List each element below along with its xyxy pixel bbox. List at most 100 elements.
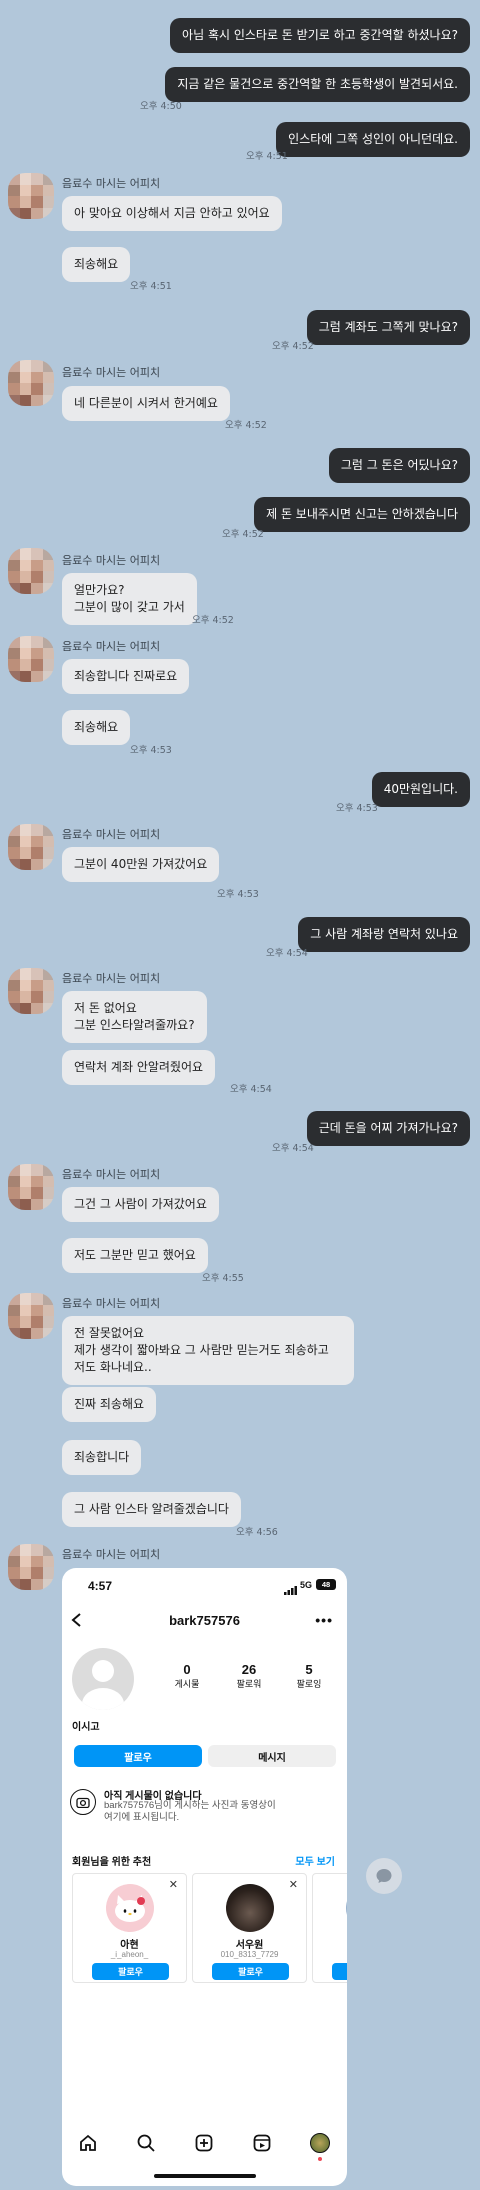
- follow-button[interactable]: 팔로우: [74, 1745, 202, 1767]
- notification-dot: [318, 2157, 322, 2161]
- timestamp: 오후 4:53: [130, 745, 172, 756]
- their-message: 그분이 40만원 가져갔어요: [62, 847, 220, 882]
- their-message: 그건 그 사람이 가져갔어요: [62, 1187, 219, 1222]
- timestamp: 오후 4:52: [222, 529, 264, 540]
- suggestion-name: 박: [313, 1936, 347, 1951]
- suggestion-follow-button[interactable]: 팔로우: [212, 1963, 289, 1980]
- timestamp: 오후 4:51: [130, 281, 172, 292]
- create-icon[interactable]: [194, 2133, 214, 2158]
- battery-icon: 48: [316, 1579, 336, 1590]
- their-message: 죄송해요: [62, 247, 131, 282]
- instagram-screenshot-image[interactable]: 4:57 5G 48 bark757576 ••• 0 게시물 26 팔로워 5…: [62, 1568, 347, 2186]
- stat-label: 팔로잉: [296, 1679, 322, 1689]
- dismiss-icon[interactable]: ✕: [289, 1878, 298, 1891]
- profile-display-name: 이시고: [72, 1722, 100, 1733]
- timestamp: 오후 4:54: [266, 948, 308, 959]
- timestamp: 오후 4:52: [225, 420, 267, 431]
- avatar[interactable]: [8, 636, 54, 682]
- my-message: 지금 같은 물건으로 중간역할 한 초등학생이 발견되서요.: [165, 67, 470, 102]
- profile-avatar[interactable]: [72, 1648, 134, 1710]
- avatar[interactable]: [8, 968, 54, 1014]
- suggestion-handle: _i_aheon_: [110, 1950, 149, 1959]
- suggestion-handle: jia: [313, 1950, 347, 1959]
- my-profile-icon[interactable]: [310, 2133, 330, 2153]
- timestamp: 오후 4:53: [336, 803, 378, 814]
- camera-icon: [70, 1789, 96, 1815]
- avatar[interactable]: [8, 1164, 54, 1210]
- stat-following[interactable]: 5 팔로잉: [284, 1662, 334, 1690]
- reels-icon[interactable]: [252, 2133, 272, 2158]
- sender-name: 음료수 마시는 어피치: [62, 554, 161, 567]
- their-message: 아 맞아요 이상해서 지금 안하고 있어요: [62, 196, 282, 231]
- their-message: 연락처 계좌 안알려줬어요: [62, 1050, 216, 1085]
- stat-value: 26: [241, 1662, 257, 1677]
- my-message: 아님 혹시 인스타로 돈 받기로 하고 중간역할 하셨나요?: [170, 18, 470, 53]
- stat-value: 5: [305, 1662, 313, 1677]
- user-photo-avatar: [226, 1884, 274, 1932]
- message-button[interactable]: 메시지: [208, 1745, 336, 1767]
- sender-name: 음료수 마시는 어피치: [62, 640, 161, 653]
- stat-followers[interactable]: 26 팔로워: [224, 1662, 274, 1690]
- their-message: 저 돈 없어요 그분 인스타알려줄까요?: [62, 991, 207, 1043]
- status-clock: 4:57: [88, 1579, 113, 1593]
- timestamp: 오후 4:51: [246, 151, 288, 162]
- default-user-icon: [82, 1660, 124, 1710]
- sender-name: 음료수 마시는 어피치: [62, 972, 161, 985]
- stat-posts[interactable]: 0 게시물: [162, 1662, 212, 1690]
- suggestion-name: 아현: [120, 1940, 139, 1951]
- suggestion-card[interactable]: ✕ 아현 _i_aheon_ 팔로우: [72, 1873, 187, 1983]
- home-icon[interactable]: [78, 2133, 98, 2158]
- my-message: 40만원입니다.: [371, 772, 470, 807]
- sender-name: 음료수 마시는 어피치: [62, 1548, 161, 1561]
- more-options-icon[interactable]: •••: [315, 1612, 333, 1628]
- floating-chat-icon[interactable]: [366, 1858, 402, 1894]
- sender-name: 음료수 마시는 어피치: [62, 1168, 161, 1181]
- suggestion-follow-button[interactable]: 팔: [332, 1963, 347, 1980]
- their-message: 진짜 죄송해요: [62, 1387, 157, 1422]
- sender-name: 음료수 마시는 어피치: [62, 366, 161, 379]
- my-message: 그럼 그 돈은 어딨나요?: [328, 448, 470, 483]
- profile-username: bark757576: [169, 1613, 240, 1628]
- suggestion-card[interactable]: ✕ 서우원 010_8313_7729 팔로우: [192, 1873, 307, 1983]
- their-message: 네 다른분이 시켜서 한거예요: [62, 386, 230, 421]
- landscape-avatar: [346, 1884, 347, 1932]
- avatar[interactable]: [8, 824, 54, 870]
- their-message: 죄송해요: [62, 710, 131, 745]
- their-message: 전 잘못없어요 제가 생각이 짧아봐요 그 사람만 믿는거도 죄송하고 저도 화…: [62, 1316, 354, 1385]
- dismiss-icon[interactable]: ✕: [169, 1878, 178, 1891]
- timestamp: 오후 4:55: [202, 1273, 244, 1284]
- hello-kitty-avatar: [106, 1884, 154, 1932]
- timestamp: 오후 4:54: [230, 1084, 272, 1095]
- avatar[interactable]: [8, 173, 54, 219]
- avatar[interactable]: [8, 1293, 54, 1339]
- timestamp: 오후 4:52: [192, 615, 234, 626]
- suggestion-follow-button[interactable]: 팔로우: [92, 1963, 169, 1980]
- bottom-nav: [62, 2128, 347, 2164]
- suggestion-handle: 010_8313_7729: [220, 1950, 279, 1959]
- stat-label: 팔로워: [236, 1679, 262, 1689]
- avatar[interactable]: [8, 360, 54, 406]
- signal-icon: [284, 1582, 298, 1595]
- timestamp: 오후 4:52: [272, 341, 314, 352]
- their-message: 죄송합니다: [62, 1440, 142, 1475]
- timestamp: 오후 4:54: [272, 1143, 314, 1154]
- my-message: 그 사람 계좌랑 연락처 있나요: [298, 917, 470, 952]
- sender-name: 음료수 마시는 어피치: [62, 1297, 161, 1310]
- home-indicator: [154, 2174, 256, 2178]
- suggestion-card[interactable]: 박 jia 팔: [312, 1873, 347, 1983]
- suggestion-name: 서우원: [235, 1940, 264, 1951]
- avatar[interactable]: [8, 548, 54, 594]
- my-message: 제 돈 보내주시면 신고는 안하겠습니다: [254, 497, 470, 532]
- timestamp: 오후 4:50: [140, 101, 182, 112]
- their-message: 죄송합니다 진짜로요: [62, 659, 190, 694]
- stat-label: 게시물: [174, 1679, 200, 1689]
- their-message: 저도 그분만 믿고 했어요: [62, 1238, 208, 1273]
- battery-level: 48: [321, 1580, 331, 1589]
- timestamp: 오후 4:56: [236, 1527, 278, 1538]
- suggestions-title: 회원님을 위한 추천: [72, 1857, 152, 1868]
- avatar[interactable]: [8, 1544, 54, 1590]
- stat-value: 0: [183, 1662, 191, 1677]
- search-icon[interactable]: [136, 2133, 156, 2158]
- sender-name: 음료수 마시는 어피치: [62, 828, 161, 841]
- see-all-link[interactable]: 모두 보기: [295, 1853, 335, 1868]
